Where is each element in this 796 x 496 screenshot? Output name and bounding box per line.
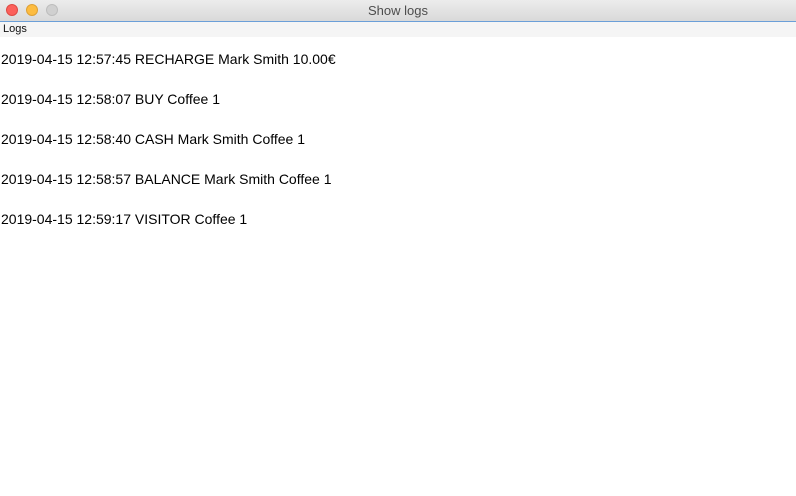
log-entry: 2019-04-15 12:59:17 VISITOR Coffee 1 — [1, 211, 248, 227]
logs-panel-header: Logs — [0, 22, 796, 37]
window-title: Show logs — [368, 3, 428, 18]
log-entry: 2019-04-15 12:58:57 BALANCE Mark Smith C… — [1, 171, 332, 187]
show-logs-window: Show logs Logs 2019-04-15 12:57:45 RECHA… — [0, 0, 796, 496]
logs-panel-label: Logs — [3, 23, 27, 35]
log-entry: 2019-04-15 12:58:07 BUY Coffee 1 — [1, 91, 220, 107]
log-entry: 2019-04-15 12:57:45 RECHARGE Mark Smith … — [1, 51, 336, 67]
log-list: 2019-04-15 12:57:45 RECHARGE Mark Smith … — [1, 50, 336, 250]
title-bar[interactable]: Show logs — [0, 0, 796, 22]
log-entry: 2019-04-15 12:58:40 CASH Mark Smith Coff… — [1, 131, 306, 147]
